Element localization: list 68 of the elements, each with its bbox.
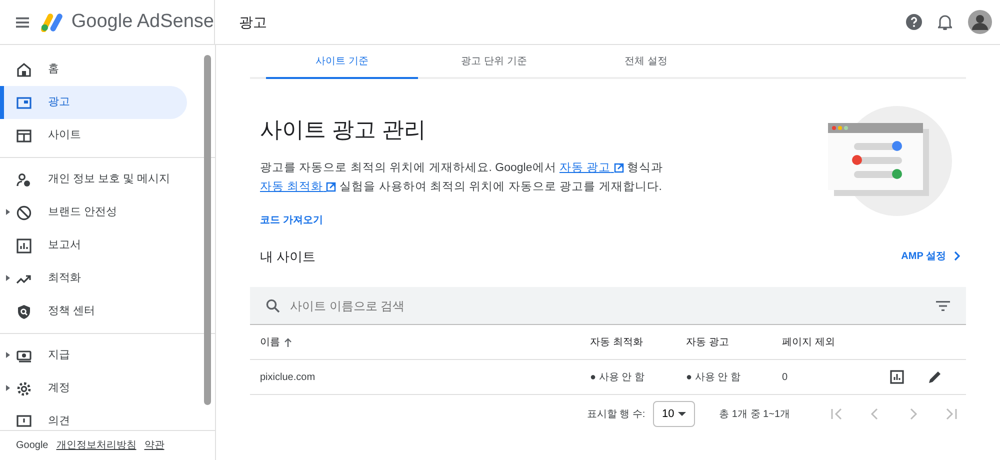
bar-chart-icon: [16, 238, 32, 254]
bar-chart-icon[interactable]: [890, 370, 904, 384]
table-cell-text: 0: [782, 370, 789, 385]
search-bar[interactable]: 사이트 이름으로 검색: [250, 287, 966, 326]
get-code-link[interactable]: 코드 가져오기: [260, 213, 323, 228]
tab[interactable]: 광고 단위 기준: [418, 45, 570, 79]
block-icon: [16, 204, 32, 220]
expand-caret-icon[interactable]: [6, 275, 10, 281]
shield-icon: [16, 304, 32, 320]
avatar[interactable]: [968, 10, 992, 34]
sidebar-item[interactable]: 보고서: [0, 229, 187, 262]
rows-per-page-select[interactable]: 10: [653, 401, 696, 428]
logo-icon: [41, 12, 64, 32]
expand-caret-icon[interactable]: [6, 352, 10, 358]
sidebar-item[interactable]: 개인 정보 보호 및 메시지: [0, 163, 187, 196]
page-title: 광고: [238, 12, 268, 32]
inline-link[interactable]: 자동 광고: [559, 162, 624, 174]
table-cell-text: ● 사용 안 함: [590, 370, 646, 385]
amp-settings-link[interactable]: AMP 설정: [895, 248, 966, 265]
person-icon: [16, 172, 32, 188]
column-header[interactable]: 자동 최적화: [590, 334, 643, 350]
payment-icon: [16, 348, 32, 364]
dropdown-caret-icon: [678, 412, 686, 416]
rows-per-page-label: 표시할 행 수:: [586, 408, 646, 422]
section-title: 내 사이트: [260, 248, 316, 266]
edit-pencil-icon[interactable]: [928, 370, 942, 384]
tab[interactable]: 전체 설정: [570, 45, 722, 79]
sidebar-item[interactable]: 홈: [0, 53, 187, 86]
sidebar-item[interactable]: 최적화: [0, 262, 187, 295]
footer-brand: Google: [16, 439, 48, 453]
description: 광고를 자동으로 최적의 위치에 게재하세요. Google에서 자동 광고 형식과 자동 최적화 실험을 사용하여 최적의 위치에 자동으로 광고를 게재합니다.: [260, 161, 664, 196]
sidebar-item[interactable]: 브랜드 안전성: [0, 196, 187, 229]
column-header[interactable]: 이름: [260, 334, 292, 350]
search-field[interactable]: 사이트 이름으로 검색: [288, 296, 928, 316]
help-icon[interactable]: [906, 14, 922, 30]
table-cell-text: ● 사용 안 함: [686, 370, 742, 385]
filter-icon[interactable]: [936, 300, 950, 311]
inline-link[interactable]: 자동 최적화: [260, 181, 336, 194]
expand-caret-icon[interactable]: [6, 209, 10, 215]
footer-link[interactable]: 개인정보처리방침: [56, 438, 136, 453]
scrollbar[interactable]: [204, 55, 211, 405]
tab[interactable]: 사이트 기준: [266, 45, 418, 79]
sidebar-item[interactable]: 계정: [0, 372, 187, 405]
site-layout-icon: [16, 128, 32, 144]
settings-icon: [16, 380, 32, 396]
page-heading: 사이트 광고 관리: [260, 117, 428, 144]
home-icon: [16, 62, 32, 78]
search-icon: [266, 298, 280, 313]
external-link-icon: [326, 182, 336, 192]
product-name: Google AdSense: [71, 10, 214, 34]
feedback-icon: [16, 414, 32, 430]
table-cell-text: pixiclue.com: [259, 370, 316, 385]
sidebar-item[interactable]: 광고: [0, 86, 187, 119]
sidebar-item[interactable]: 사이트: [0, 119, 187, 152]
sidebar-item[interactable]: 정책 센터: [0, 295, 187, 328]
chevron-right-icon: [954, 251, 960, 262]
column-header[interactable]: 페이지 제외: [782, 334, 835, 350]
page-range: 총 1개 중 1~1개: [719, 408, 790, 422]
menu-icon[interactable]: [16, 16, 30, 28]
ad-icon: [16, 94, 32, 110]
sidebar-item[interactable]: 의견: [0, 405, 187, 430]
notification-bell-icon[interactable]: [938, 14, 952, 30]
external-link-icon: [614, 163, 624, 174]
footer-link[interactable]: 약관: [144, 438, 164, 453]
sidebar-item[interactable]: 지급: [0, 339, 187, 372]
column-header[interactable]: 자동 광고: [686, 334, 729, 350]
expand-caret-icon[interactable]: [6, 385, 10, 391]
sort-arrow-icon[interactable]: [284, 338, 292, 347]
